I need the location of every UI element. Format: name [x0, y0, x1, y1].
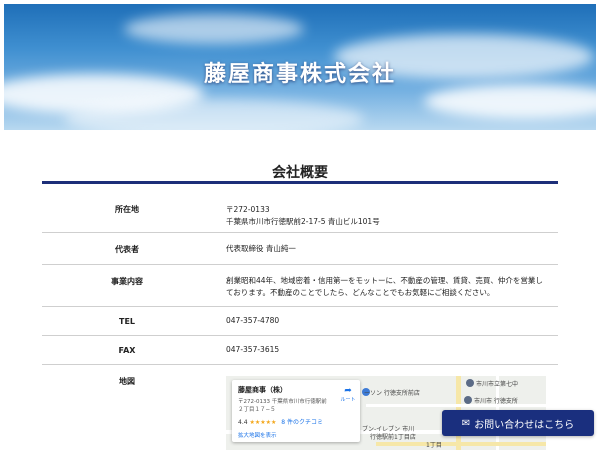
row-value: 047-357-3615 [226, 345, 280, 354]
info-row-fax: FAX 047-357-3615 [42, 336, 558, 365]
title-divider [42, 181, 558, 184]
place-name: 藤屋商事（株） [238, 386, 287, 394]
row-label: TEL [118, 317, 136, 326]
section-title: 会社概要 [272, 165, 328, 181]
info-row-representative: 代表者 代表取締役 青山純一 [42, 233, 558, 265]
info-row-address: 所在地 〒272-0133 千葉県市川市行徳駅前2-17-5 青山ビル101号 [42, 186, 558, 233]
map-label-seven2: 行徳駅前1丁目店 [370, 434, 416, 441]
map-label-school: 市川市立第七中 [476, 381, 519, 388]
info-row-business: 事業内容 創業昭和44年、地域密着・信用第一をモットーに、不動産の管理、賃貸、売… [42, 265, 558, 307]
row-label: 事業内容 [111, 277, 143, 286]
directions-button[interactable]: ➦ ルート [340, 386, 356, 403]
row-label: 代表者 [115, 245, 139, 254]
place-address: 〒272-0133 千葉県市川市行徳駅前２丁目１７−５ [238, 399, 327, 413]
row-label: 所在地 [115, 205, 139, 214]
rating-stars-icon: ★★★★★ [249, 419, 277, 426]
map-label-office: 市川市 行徳支所 [474, 398, 518, 405]
hero-banner: 藤屋商事株式会社 [4, 4, 596, 130]
info-row-tel: TEL 047-357-4780 [42, 307, 558, 336]
enlarge-map-link[interactable]: 拡大地図を表示 [238, 431, 277, 439]
reviews-link[interactable]: 8 件のクチコミ [281, 419, 323, 426]
row-label: 地図 [119, 377, 135, 386]
row-value: 〒272-0133 千葉県市川市行徳駅前2-17-5 青山ビル101号 [226, 205, 380, 226]
contact-button[interactable]: ✉ お問い合わせはこちら [442, 410, 594, 436]
place-rating: 4.4 ★★★★★ 8 件のクチコミ [238, 419, 324, 426]
map-label-lawson: ーソン 行徳支所前店 [364, 390, 420, 397]
contact-button-label: お問い合わせはこちら [474, 419, 575, 431]
map-label-chome: 1丁目 [426, 442, 442, 449]
row-value: 047-357-4780 [226, 316, 280, 325]
company-title: 藤屋商事株式会社 [203, 61, 396, 87]
office-pin-icon [464, 396, 472, 404]
directions-icon: ➦ [344, 386, 352, 396]
row-label: FAX [118, 346, 136, 355]
mail-icon: ✉ [461, 417, 471, 429]
row-value: 代表取締役 青山純一 [226, 244, 296, 253]
school-pin-icon [466, 379, 474, 387]
place-card: 藤屋商事（株） 〒272-0133 千葉県市川市行徳駅前２丁目１７−５ 4.4 … [232, 380, 360, 442]
row-value: 創業昭和44年、地域密着・信用第一をモットーに、不動産の管理、賃貸、売買、仲介を… [226, 276, 543, 297]
